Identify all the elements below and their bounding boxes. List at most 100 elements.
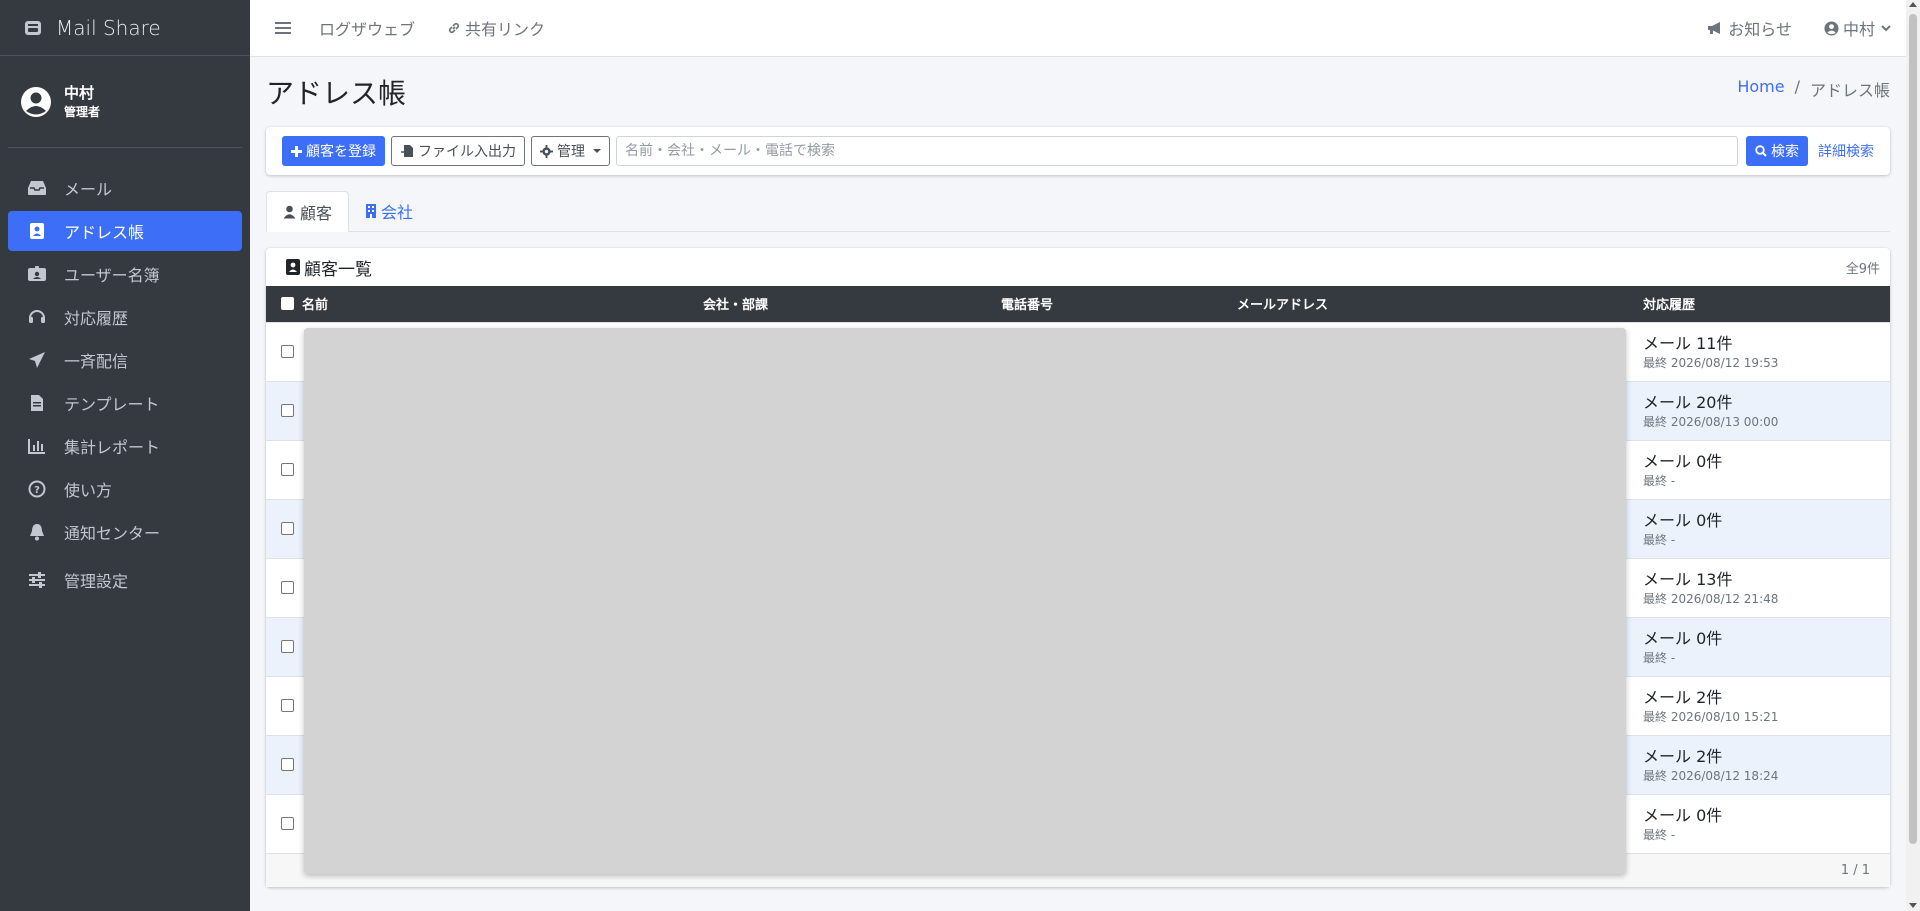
history-last: 最終 - xyxy=(1643,650,1676,665)
menu-toggle-icon[interactable] xyxy=(275,19,291,37)
sidebar-item-mail[interactable]: メール xyxy=(8,168,242,208)
row-checkbox[interactable] xyxy=(281,640,294,653)
question-circle-icon: ? xyxy=(26,479,48,499)
customer-list-card: 顧客一覧 全9件 名前 会社・部課 電話番号 メールアドレス 対応履歴 メール … xyxy=(266,248,1890,887)
sidebar-item-user-directory[interactable]: ユーザー名簿 xyxy=(8,254,242,294)
main-content: アドレス帳 Home / アドレス帳 顧客を登録 ファイル入出力 管理 検索 詳… xyxy=(266,57,1890,887)
row-checkbox[interactable] xyxy=(281,758,294,771)
file-io-button[interactable]: ファイル入出力 xyxy=(391,136,525,166)
megaphone-icon xyxy=(1706,21,1724,35)
manage-label: 管理 xyxy=(557,144,585,160)
search-label: 検索 xyxy=(1771,144,1799,160)
logzaweb-link[interactable]: ログザウェブ xyxy=(319,16,415,40)
sidebar-item-label: 使い方 xyxy=(64,481,113,500)
history-last: 最終 2026/08/13 00:00 xyxy=(1643,414,1779,429)
svg-text:?: ? xyxy=(34,485,40,496)
caret-down-icon xyxy=(593,149,601,153)
sidebar-item-admin-settings[interactable]: 管理設定 xyxy=(8,560,242,600)
record-count: 全9件 xyxy=(1845,261,1880,277)
history-last: 最終 - xyxy=(1643,532,1676,547)
history-last: 最終 2026/08/12 19:53 xyxy=(1643,355,1779,370)
scroll-up-icon[interactable] xyxy=(1909,2,1917,7)
inbox-icon xyxy=(26,178,48,198)
row-checkbox[interactable] xyxy=(281,345,294,358)
col-company[interactable]: 会社・部課 xyxy=(703,286,1001,322)
sidebar-item-report[interactable]: 集計レポート xyxy=(8,426,242,466)
register-customer-button[interactable]: 顧客を登録 xyxy=(282,136,385,166)
user-circle-icon xyxy=(20,86,52,118)
col-email[interactable]: メールアドレス xyxy=(1237,286,1643,322)
select-all-checkbox[interactable] xyxy=(281,297,294,311)
history-last: 最終 - xyxy=(1643,473,1676,488)
brand-name: Mail Share xyxy=(56,15,161,40)
row-checkbox[interactable] xyxy=(281,404,294,417)
history-count: メール 0件 xyxy=(1643,805,1723,825)
user-menu[interactable]: 中村 xyxy=(1824,16,1891,40)
tab-companies[interactable]: 会社 xyxy=(349,190,429,231)
tab-bar: 顧客 会社 xyxy=(266,191,1890,232)
breadcrumb-home[interactable]: Home xyxy=(1737,77,1784,101)
shared-link[interactable]: 共有リンク xyxy=(447,16,545,40)
tab-customers[interactable]: 顧客 xyxy=(266,191,350,232)
user-circle-icon xyxy=(1824,20,1839,36)
link-icon xyxy=(447,21,461,35)
scroll-down-icon[interactable] xyxy=(1909,903,1917,908)
row-checkbox[interactable] xyxy=(281,817,294,831)
breadcrumb: Home / アドレス帳 xyxy=(1737,77,1890,101)
row-checkbox[interactable] xyxy=(281,581,294,594)
bell-icon xyxy=(26,522,48,542)
history-count: メール 20件 xyxy=(1643,392,1733,412)
sidebar-item-label: メール xyxy=(64,180,113,199)
top-navbar: ログザウェブ 共有リンク お知らせ 中村 xyxy=(250,0,1906,57)
brand[interactable]: Mail Share xyxy=(0,0,250,56)
sidebar-item-label: ユーザー名簿 xyxy=(64,266,160,285)
sidebar-item-template[interactable]: テンプレート xyxy=(8,383,242,423)
row-checkbox[interactable] xyxy=(281,699,294,712)
toolbar: 顧客を登録 ファイル入出力 管理 検索 詳細検索 xyxy=(266,127,1890,175)
notice-link[interactable]: お知らせ xyxy=(1706,16,1792,40)
bar-chart-icon xyxy=(26,436,48,456)
card-title: 顧客一覧 xyxy=(304,259,372,280)
row-checkbox[interactable] xyxy=(281,522,294,535)
user-name: 中村 xyxy=(64,83,95,102)
history-count: メール 2件 xyxy=(1643,746,1723,766)
breadcrumb-separator: / xyxy=(1794,77,1800,96)
row-checkbox[interactable] xyxy=(281,463,294,476)
mailbox-icon xyxy=(22,17,44,39)
sidebar: Mail Share 中村 管理者 メール アドレス帳 ユーザー名簿 対応履歴 xyxy=(0,0,250,911)
sidebar-item-address-book[interactable]: アドレス帳 xyxy=(8,211,242,251)
sidebar-item-label: 一斉配信 xyxy=(64,352,129,371)
sidebar-item-broadcast[interactable]: 一斉配信 xyxy=(8,340,242,380)
sidebar-nav: メール アドレス帳 ユーザー名簿 対応履歴 一斉配信 テンプレート 集計レポート… xyxy=(0,168,250,600)
search-input[interactable] xyxy=(616,136,1738,166)
col-name[interactable]: 名前 xyxy=(302,286,703,322)
headset-icon xyxy=(26,307,48,327)
history-count: メール 11件 xyxy=(1643,333,1733,353)
sidebar-item-label: 通知センター xyxy=(64,524,161,543)
history-last: 最終 2026/08/12 18:24 xyxy=(1643,768,1779,783)
col-phone[interactable]: 電話番号 xyxy=(1001,286,1237,322)
gear-icon xyxy=(540,144,553,158)
history-count: メール 2件 xyxy=(1643,687,1723,707)
page-title: アドレス帳 xyxy=(266,77,407,110)
history-count: メール 0件 xyxy=(1643,451,1723,471)
sidebar-item-notifications[interactable]: 通知センター xyxy=(8,512,242,552)
logzaweb-label: ログザウェブ xyxy=(319,20,416,39)
paper-plane-icon xyxy=(26,350,48,370)
advanced-search-link[interactable]: 詳細検索 xyxy=(1818,141,1874,161)
search-button[interactable]: 検索 xyxy=(1746,136,1808,166)
manage-dropdown-button[interactable]: 管理 xyxy=(531,136,610,166)
user-panel[interactable]: 中村 管理者 xyxy=(8,56,242,148)
col-history[interactable]: 対応履歴 xyxy=(1643,286,1890,322)
shared-link-label: 共有リンク xyxy=(465,20,546,39)
history-last: 最終 - xyxy=(1643,827,1676,842)
scrollbar-thumb[interactable] xyxy=(1909,14,1917,844)
history-count: メール 0件 xyxy=(1643,628,1723,648)
tab-customers-label: 顧客 xyxy=(300,203,333,223)
sidebar-item-help[interactable]: ? 使い方 xyxy=(8,469,242,509)
vertical-scrollbar[interactable] xyxy=(1906,0,1920,911)
pagination-info: 1 / 1 xyxy=(1840,863,1870,878)
sidebar-item-history[interactable]: 対応履歴 xyxy=(8,297,242,337)
register-customer-label: 顧客を登録 xyxy=(306,144,376,160)
history-last: 最終 2026/08/12 21:48 xyxy=(1643,591,1779,606)
